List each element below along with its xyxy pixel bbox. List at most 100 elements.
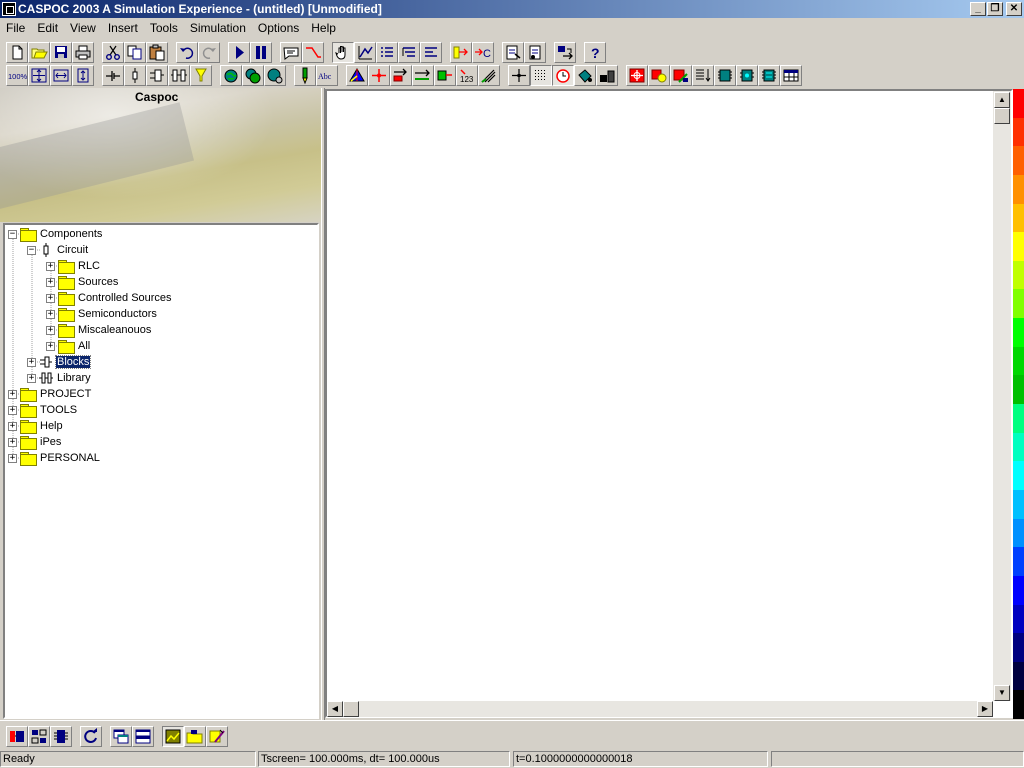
globe-link-icon[interactable] <box>264 64 286 86</box>
vertical-scrollbar[interactable]: ▲ ▼ <box>993 91 1011 701</box>
tree-item-all[interactable]: + All <box>46 338 91 354</box>
component-tree[interactable]: − Components − Circuit + RLC + Sources + Controll… <box>3 223 319 719</box>
expand-icon[interactable]: + <box>46 277 55 287</box>
tree-item-label[interactable]: Components <box>39 228 103 240</box>
sort-icon[interactable] <box>692 64 714 86</box>
hand-icon[interactable] <box>332 41 354 63</box>
component-icon[interactable] <box>648 64 670 86</box>
green-block-icon[interactable] <box>434 64 456 86</box>
expand-icon[interactable]: + <box>46 325 55 335</box>
tree-item-circuit[interactable]: − Circuit <box>27 242 89 258</box>
globe-icon[interactable] <box>220 64 242 86</box>
copy-icon[interactable] <box>124 41 146 63</box>
pen-icon[interactable] <box>294 64 316 86</box>
menu-simulation[interactable]: Simulation <box>184 18 252 38</box>
vertical-scroll-thumb[interactable] <box>994 108 1010 124</box>
schematic-canvas[interactable] <box>325 89 1013 718</box>
tree-item-sources[interactable]: + Sources <box>46 274 119 290</box>
target-icon[interactable] <box>626 64 648 86</box>
probe-icon[interactable] <box>190 64 212 86</box>
edit-image-icon[interactable] <box>206 725 228 747</box>
undo-icon[interactable] <box>176 41 198 63</box>
edit-component-icon[interactable] <box>670 64 692 86</box>
collapse-icon[interactable]: − <box>8 229 17 239</box>
redo-icon[interactable] <box>198 41 220 63</box>
arrow-right-icon[interactable] <box>412 64 434 86</box>
close-button[interactable]: ✕ <box>1006 2 1022 16</box>
new-file-icon[interactable] <box>6 41 28 63</box>
measure-icon[interactable] <box>354 41 376 63</box>
expand-icon[interactable]: + <box>8 421 17 431</box>
tree-item-label[interactable]: Sources <box>77 276 119 288</box>
tree-item-components[interactable]: − Components <box>8 226 103 242</box>
expand-icon[interactable]: + <box>46 309 55 319</box>
expand-icon[interactable]: + <box>27 357 36 367</box>
collapse-icon[interactable]: − <box>27 245 36 255</box>
horizontal-scrollbar[interactable]: ◀ ▶ <box>327 701 993 717</box>
horizontal-scroll-thumb[interactable] <box>343 701 359 717</box>
tree-item-ipes[interactable]: + iPes <box>8 434 62 450</box>
tree-item-label[interactable]: RLC <box>77 260 101 272</box>
export-icon[interactable] <box>502 41 524 63</box>
import-icon[interactable] <box>524 41 546 63</box>
tree-item-label[interactable]: Semiconductors <box>77 308 158 320</box>
scroll-up-button[interactable]: ▲ <box>994 92 1010 108</box>
table-icon[interactable] <box>780 64 802 86</box>
menu-file[interactable]: File <box>0 18 31 38</box>
run-simulation-icon[interactable] <box>228 41 250 63</box>
prism-icon[interactable] <box>346 64 368 86</box>
block-editor-icon[interactable] <box>28 725 50 747</box>
window-tile-icon[interactable] <box>132 725 154 747</box>
expand-icon[interactable]: + <box>46 341 55 351</box>
save-icon[interactable] <box>50 41 72 63</box>
tree-item-label[interactable]: All <box>77 340 91 352</box>
crosshair-icon[interactable] <box>508 64 530 86</box>
tree-item-label[interactable]: Circuit <box>56 244 89 256</box>
minimize-button[interactable]: _ <box>970 2 986 16</box>
expand-icon[interactable]: + <box>8 405 17 415</box>
connect-in-icon[interactable] <box>450 41 472 63</box>
counter-icon[interactable]: 123 <box>456 64 478 86</box>
connect-c-icon[interactable]: C <box>472 41 494 63</box>
expand-icon[interactable]: + <box>27 373 36 383</box>
scroll-down-button[interactable]: ▼ <box>994 685 1010 701</box>
tree-item-label[interactable]: iPes <box>39 436 62 448</box>
list-icon[interactable] <box>376 41 398 63</box>
tree-item-controlled-sources[interactable]: + Controlled Sources <box>46 290 173 306</box>
zoom-fit-icon[interactable] <box>28 64 50 86</box>
paste-icon[interactable] <box>146 41 168 63</box>
help-icon[interactable]: ? <box>584 41 606 63</box>
tree-item-library[interactable]: + Library <box>27 370 92 386</box>
clock-icon[interactable] <box>552 64 574 86</box>
zoom-height-icon[interactable] <box>72 64 94 86</box>
tree-item-semiconductors[interactable]: + Semiconductors <box>46 306 158 322</box>
tree-item-rlc[interactable]: + RLC <box>46 258 101 274</box>
scroll-left-button[interactable]: ◀ <box>327 701 343 717</box>
ground-node-icon[interactable] <box>102 64 124 86</box>
app-icon[interactable] <box>2 2 16 16</box>
sweep-icon[interactable] <box>478 64 500 86</box>
grid-icon[interactable] <box>530 64 552 86</box>
menu-help[interactable]: Help <box>305 18 342 38</box>
expand-icon[interactable]: + <box>8 437 17 447</box>
expand-icon[interactable]: + <box>8 389 17 399</box>
menu-view[interactable]: View <box>64 18 102 38</box>
cross-red-icon[interactable] <box>368 64 390 86</box>
menu-insert[interactable]: Insert <box>102 18 144 38</box>
refresh-icon[interactable] <box>80 725 102 747</box>
zoom-width-icon[interactable] <box>50 64 72 86</box>
list-align-icon[interactable] <box>420 41 442 63</box>
tree-item-label[interactable]: Miscaleanouos <box>77 324 152 336</box>
scroll-right-button[interactable]: ▶ <box>977 701 993 717</box>
zoom-100-icon[interactable]: 100% <box>6 64 28 86</box>
tree-item-personal[interactable]: + PERSONAL <box>8 450 101 466</box>
fill-icon[interactable] <box>574 64 596 86</box>
block-pair-icon[interactable] <box>168 64 190 86</box>
expand-icon[interactable]: + <box>46 261 55 271</box>
restore-button[interactable]: ❐ <box>987 2 1003 16</box>
tree-item-label[interactable]: Blocks <box>54 355 92 369</box>
globe-double-icon[interactable] <box>242 64 264 86</box>
list-tree-icon[interactable] <box>398 41 420 63</box>
menu-edit[interactable]: Edit <box>31 18 64 38</box>
tree-item-blocks[interactable]: + Blocks <box>27 354 92 370</box>
